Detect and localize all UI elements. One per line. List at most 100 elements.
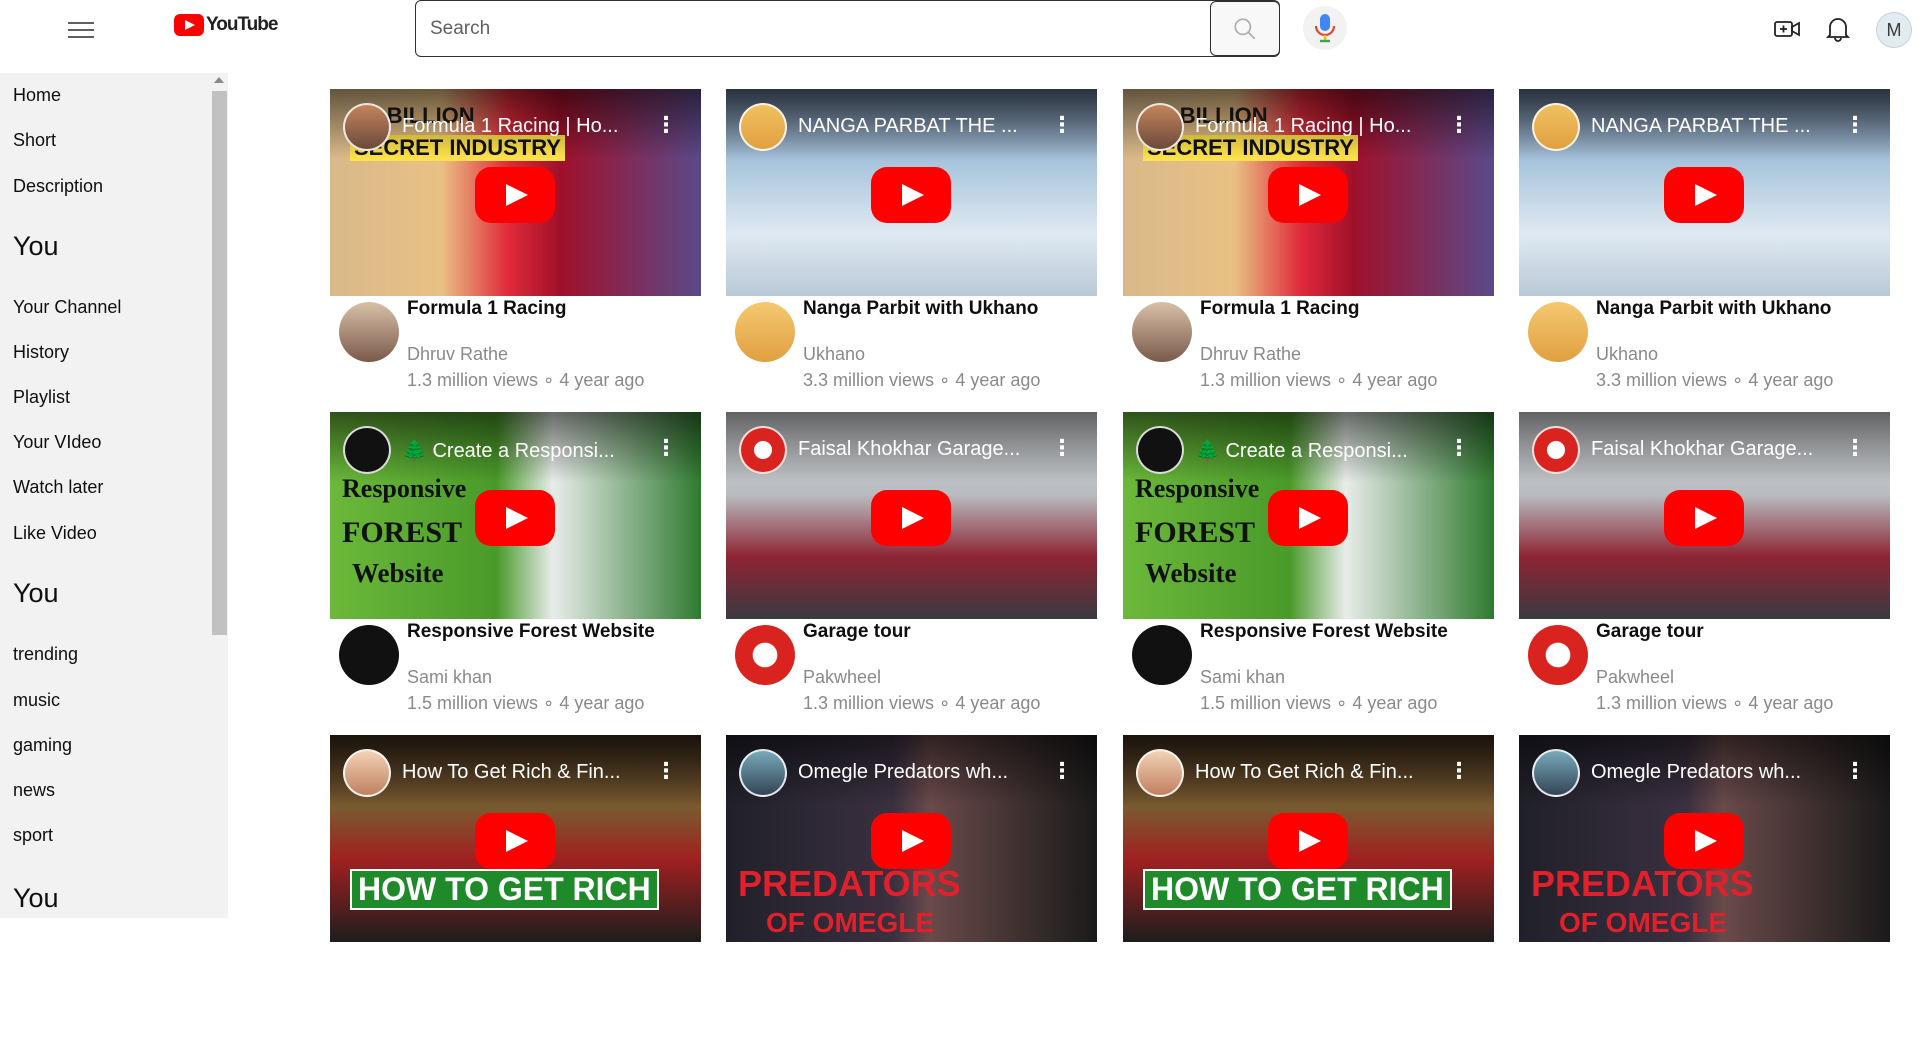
play-button-icon[interactable] (1268, 813, 1348, 869)
video-card[interactable]: Faisal Khokhar Garage... ⋮ Garage tour P… (1519, 412, 1890, 722)
video-card[interactable]: 1.3 BILLION SECRET INDUSTRY Formula 1 Ra… (1123, 89, 1494, 399)
scroll-up-arrow-icon[interactable] (214, 77, 224, 83)
video-thumbnail[interactable]: 1.3 BILLION SECRET INDUSTRY Formula 1 Ra… (1123, 89, 1494, 296)
video-thumbnail[interactable]: HOW TO GET RICH How To Get Rich & Fin...… (1123, 735, 1494, 942)
voice-search-button[interactable] (1303, 6, 1347, 50)
video-card[interactable]: PREDATORS OF OMEGLE Omegle Predators wh.… (726, 735, 1097, 1045)
sidebar-item-home[interactable]: Home (13, 85, 61, 106)
more-options-icon[interactable]: ⋮ (1051, 760, 1073, 782)
video-title[interactable]: Formula 1 Racing (407, 298, 566, 320)
more-options-icon[interactable]: ⋮ (1844, 437, 1866, 459)
channel-avatar[interactable] (339, 302, 399, 362)
video-thumbnail[interactable]: Faisal Khokhar Garage... ⋮ (726, 412, 1097, 619)
play-button-icon[interactable] (1664, 167, 1744, 223)
more-options-icon[interactable]: ⋮ (1051, 114, 1073, 136)
sidebar-item-sport[interactable]: sport (13, 825, 53, 846)
search-button[interactable] (1210, 1, 1280, 56)
channel-name[interactable]: Sami khan (407, 667, 492, 688)
channel-name[interactable]: Pakwheel (803, 667, 881, 688)
play-button-icon[interactable] (475, 490, 555, 546)
video-thumbnail[interactable]: NANGA PARBAT THE ... ⋮ (726, 89, 1097, 296)
channel-avatar[interactable] (1528, 302, 1588, 362)
play-button-icon[interactable] (1664, 490, 1744, 546)
play-button-icon[interactable] (871, 813, 951, 869)
video-card[interactable]: Responsive FOREST Website 🌲 Create a Res… (1123, 412, 1494, 722)
video-thumbnail[interactable]: PREDATORS OF OMEGLE Omegle Predators wh.… (726, 735, 1097, 942)
video-thumbnail[interactable]: NANGA PARBAT THE ... ⋮ (1519, 89, 1890, 296)
video-title[interactable]: Garage tour (803, 621, 911, 643)
play-button-icon[interactable] (871, 167, 951, 223)
video-title[interactable]: Responsive Forest Website (1200, 621, 1448, 643)
play-button-icon[interactable] (475, 813, 555, 869)
search-input[interactable] (416, 1, 1210, 56)
create-video-icon[interactable] (1772, 14, 1802, 44)
thumbnail-channel-icon (1532, 103, 1580, 151)
sidebar-item-history[interactable]: History (13, 342, 69, 363)
more-options-icon[interactable]: ⋮ (1448, 437, 1470, 459)
search-icon (1234, 17, 1256, 39)
channel-name[interactable]: Ukhano (803, 344, 865, 365)
more-options-icon[interactable]: ⋮ (1844, 760, 1866, 782)
sidebar-item-gaming[interactable]: gaming (13, 735, 72, 756)
sidebar-item-like-video[interactable]: Like Video (13, 523, 97, 544)
play-button-icon[interactable] (1664, 813, 1744, 869)
video-card[interactable]: Responsive FOREST Website 🌲 Create a Res… (330, 412, 701, 722)
video-card[interactable]: Faisal Khokhar Garage... ⋮ Garage tour P… (726, 412, 1097, 722)
video-title[interactable]: Nanga Parbit with Ukhano (803, 298, 1038, 320)
channel-name[interactable]: Ukhano (1596, 344, 1658, 365)
youtube-logo[interactable]: YouTube (174, 14, 278, 36)
channel-name[interactable]: Sami khan (1200, 667, 1285, 688)
channel-name[interactable]: Dhruv Rathe (407, 344, 508, 365)
channel-name[interactable]: Dhruv Rathe (1200, 344, 1301, 365)
sidebar-item-your-channel[interactable]: Your Channel (13, 297, 121, 318)
video-card[interactable]: NANGA PARBAT THE ... ⋮ Nanga Parbit with… (726, 89, 1097, 399)
more-options-icon[interactable]: ⋮ (655, 114, 677, 136)
sidebar-item-watch-later[interactable]: Watch later (13, 477, 103, 498)
video-thumbnail[interactable]: Faisal Khokhar Garage... ⋮ (1519, 412, 1890, 619)
video-thumbnail[interactable]: HOW TO GET RICH How To Get Rich & Fin...… (330, 735, 701, 942)
sidebar-scrollbar[interactable] (210, 73, 228, 918)
video-card[interactable]: NANGA PARBAT THE ... ⋮ Nanga Parbit with… (1519, 89, 1890, 399)
more-options-icon[interactable]: ⋮ (655, 760, 677, 782)
video-title[interactable]: Formula 1 Racing (1200, 298, 1359, 320)
channel-avatar[interactable] (735, 625, 795, 685)
video-card[interactable]: HOW TO GET RICH How To Get Rich & Fin...… (330, 735, 701, 1045)
sidebar-item-your-video[interactable]: Your VIdeo (13, 432, 101, 453)
scrollbar-thumb[interactable] (212, 91, 227, 635)
channel-avatar[interactable] (1132, 302, 1192, 362)
channel-avatar[interactable] (1132, 625, 1192, 685)
video-title[interactable]: Garage tour (1596, 621, 1704, 643)
play-button-icon[interactable] (475, 167, 555, 223)
channel-avatar[interactable] (339, 625, 399, 685)
sidebar-item-description[interactable]: Description (13, 176, 103, 197)
video-thumbnail[interactable]: 1.3 BILLION SECRET INDUSTRY Formula 1 Ra… (330, 89, 701, 296)
more-options-icon[interactable]: ⋮ (655, 437, 677, 459)
sidebar-item-trending[interactable]: trending (13, 644, 78, 665)
channel-name[interactable]: Pakwheel (1596, 667, 1674, 688)
hamburger-menu-icon[interactable] (55, 10, 107, 50)
more-options-icon[interactable]: ⋮ (1448, 114, 1470, 136)
sidebar-item-short[interactable]: Short (13, 130, 56, 151)
video-card[interactable]: PREDATORS OF OMEGLE Omegle Predators wh.… (1519, 735, 1890, 1045)
video-stats: 1.5 million views ∘ 4 year ago (407, 693, 645, 713)
channel-avatar[interactable] (735, 302, 795, 362)
more-options-icon[interactable]: ⋮ (1051, 437, 1073, 459)
more-options-icon[interactable]: ⋮ (1448, 760, 1470, 782)
video-card[interactable]: 1.3 BILLION SECRET INDUSTRY Formula 1 Ra… (330, 89, 701, 399)
sidebar-item-music[interactable]: music (13, 690, 60, 711)
channel-avatar[interactable] (1528, 625, 1588, 685)
sidebar-item-playlist[interactable]: Playlist (13, 387, 70, 408)
play-button-icon[interactable] (1268, 167, 1348, 223)
video-thumbnail[interactable]: Responsive FOREST Website 🌲 Create a Res… (330, 412, 701, 619)
play-button-icon[interactable] (871, 490, 951, 546)
video-thumbnail[interactable]: PREDATORS OF OMEGLE Omegle Predators wh.… (1519, 735, 1890, 942)
notification-bell-icon[interactable] (1823, 14, 1853, 44)
user-avatar[interactable]: M (1876, 12, 1912, 48)
video-thumbnail[interactable]: Responsive FOREST Website 🌲 Create a Res… (1123, 412, 1494, 619)
video-card[interactable]: HOW TO GET RICH How To Get Rich & Fin...… (1123, 735, 1494, 1045)
video-title[interactable]: Responsive Forest Website (407, 621, 655, 643)
more-options-icon[interactable]: ⋮ (1844, 114, 1866, 136)
sidebar-item-news[interactable]: news (13, 780, 55, 801)
play-button-icon[interactable] (1268, 490, 1348, 546)
video-title[interactable]: Nanga Parbit with Ukhano (1596, 298, 1831, 320)
